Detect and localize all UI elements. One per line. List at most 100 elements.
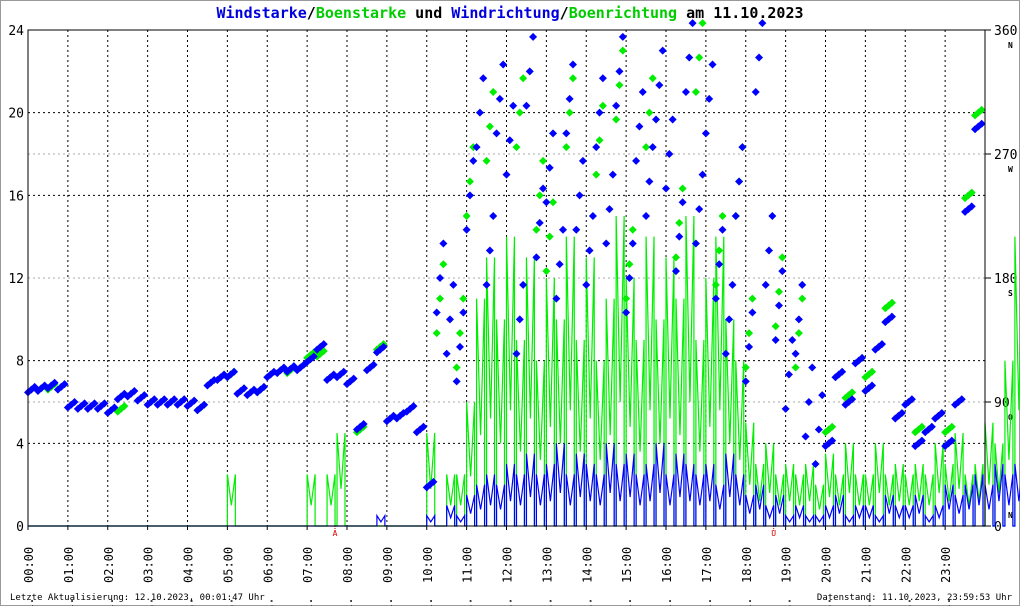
direction-point-windrichtung: [638, 88, 647, 96]
chart-plot: 11. 00:00 11. 01:00 11. 02:00 11. 03:00 11. …: [8, 19, 1020, 606]
x-tick-label: 11. 09:00: [381, 547, 395, 606]
direction-point-windrichtung: [628, 239, 637, 248]
direction-point-boenrichtung: [791, 363, 800, 372]
x-tick-label: 11. 11:00: [461, 547, 475, 606]
direction-point-boenrichtung: [462, 212, 471, 220]
direction-point-windrichtung: [582, 280, 591, 289]
direction-point-windrichtung: [705, 94, 714, 103]
y-left-tick-label: 4: [16, 437, 24, 452]
direction-point-windrichtung: [778, 267, 787, 276]
direction-point-windrichtung: [585, 246, 594, 255]
direction-point-windrichtung: [748, 308, 757, 317]
direction-point-boenrichtung: [595, 136, 604, 145]
direction-point-windrichtung: [675, 232, 684, 241]
direction-point-boenrichtung: [748, 294, 757, 303]
direction-point-windrichtung: [565, 94, 574, 103]
direction-point-windrichtung: [459, 308, 468, 317]
direction-point-boenrichtung: [465, 177, 474, 186]
direction-point-windrichtung: [788, 336, 797, 344]
direction-point-windrichtung: [701, 129, 710, 138]
direction-point-windrichtung: [455, 342, 464, 351]
direction-point-windrichtung: [608, 170, 617, 179]
direction-point-windrichtung: [539, 184, 548, 193]
direction-point-boenrichtung: [774, 287, 783, 296]
direction-point-boenrichtung: [695, 53, 704, 62]
y-left-tick-label: 12: [8, 272, 24, 287]
direction-point-boenrichtung: [485, 122, 494, 131]
direction-point-boenrichtung: [519, 74, 528, 83]
direction-point-windrichtung: [758, 19, 767, 28]
direction-point-windrichtung: [436, 274, 445, 282]
y-left-tick-label: 20: [8, 107, 24, 122]
direction-point-windrichtung: [485, 246, 494, 255]
direction-point-windrichtung: [804, 398, 813, 406]
direction-label: S: [1008, 289, 1013, 298]
x-tick-label: 11. 07:00: [301, 547, 315, 606]
direction-point-windrichtung: [562, 129, 571, 138]
direction-point-windrichtung: [615, 67, 624, 76]
direction-point-boenrichtung: [718, 212, 727, 220]
x-tick-label: 11. 19:00: [780, 547, 794, 606]
direction-point-windrichtung: [718, 225, 727, 234]
direction-point-windrichtung: [784, 370, 793, 379]
direction-point-windrichtung: [502, 170, 511, 179]
direction-point-boenrichtung: [675, 218, 684, 227]
footer-data-status: Datenstand: 11.10.2023, 23:59:53 Uhr: [816, 593, 1012, 603]
direction-point-boenrichtung: [489, 88, 498, 96]
direction-point-boenrichtung: [439, 260, 448, 269]
direction-point-boenrichtung: [512, 143, 521, 152]
direction-point-windrichtung: [529, 32, 538, 41]
x-tick-label: 11. 14:00: [580, 547, 594, 606]
direction-point-windrichtung: [765, 246, 774, 255]
sun-marker-label: U: [771, 529, 776, 538]
direction-point-windrichtung: [439, 239, 448, 248]
direction-point-windrichtung: [512, 349, 521, 358]
y-left-tick-label: 8: [16, 355, 24, 370]
direction-point-windrichtung: [612, 101, 621, 110]
direction-point-windrichtung: [751, 88, 760, 96]
direction-point-windrichtung: [452, 377, 461, 386]
direction-point-windrichtung: [605, 205, 614, 214]
direction-point-windrichtung: [735, 177, 744, 186]
direction-point-windrichtung: [695, 205, 704, 214]
direction-point-windrichtung: [575, 191, 584, 200]
direction-point-windrichtung: [558, 225, 567, 234]
direction-point-windrichtung: [449, 280, 458, 289]
direction-point-windrichtung: [708, 60, 717, 69]
direction-point-windrichtung: [652, 115, 661, 124]
direction-point-boenrichtung: [698, 19, 707, 28]
direction-point-windrichtung: [738, 143, 747, 152]
direction-point-boenrichtung: [648, 74, 657, 83]
direction-point-windrichtung: [515, 315, 524, 324]
direction-point-boenrichtung: [565, 108, 574, 117]
direction-point-boenrichtung: [436, 294, 445, 303]
direction-point-windrichtung: [509, 101, 518, 110]
direction-point-windrichtung: [475, 108, 484, 117]
direction-point-windrichtung: [755, 53, 764, 62]
x-tick-label: 11. 10:00: [421, 547, 435, 606]
direction-point-boenrichtung: [622, 294, 631, 303]
direction-point-windrichtung: [798, 280, 807, 289]
x-tick-label: 11. 15:00: [620, 547, 634, 606]
direction-point-windrichtung: [446, 315, 455, 324]
y-right-tick-label: 360: [994, 24, 1017, 39]
direction-point-windrichtung: [572, 225, 581, 234]
direction-point-windrichtung: [728, 280, 737, 289]
direction-point-windrichtung: [768, 212, 777, 220]
x-tick-label: 11. 13:00: [540, 547, 554, 606]
direction-point-boenrichtung: [691, 88, 700, 96]
direction-point-windrichtung: [602, 239, 611, 248]
direction-point-boenrichtung: [452, 363, 461, 372]
direction-point-boenrichtung: [592, 170, 601, 179]
x-tick-label: 11. 12:00: [501, 547, 515, 606]
direction-point-boenrichtung: [542, 267, 551, 276]
direction-point-boenrichtung: [459, 294, 468, 303]
direction-point-windrichtung: [492, 129, 501, 138]
direction-point-boenrichtung: [625, 260, 634, 269]
direction-point-windrichtung: [658, 46, 667, 55]
direction-point-windrichtung: [442, 349, 451, 358]
direction-point-boenrichtung: [535, 191, 544, 200]
direction-point-windrichtung: [781, 404, 790, 413]
direction-point-boenrichtung: [671, 253, 680, 262]
direction-point-windrichtung: [495, 94, 504, 103]
